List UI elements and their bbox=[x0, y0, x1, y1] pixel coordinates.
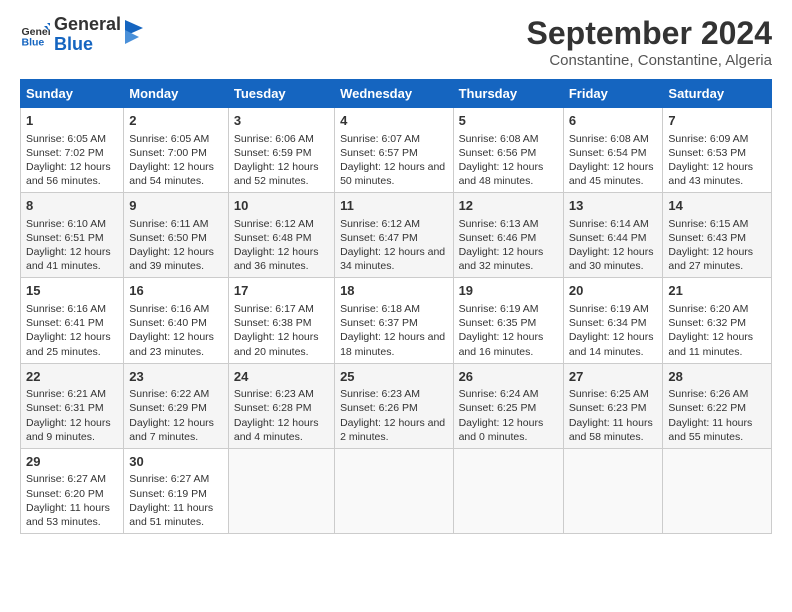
table-row: 25Sunrise: 6:23 AMSunset: 6:26 PMDayligh… bbox=[335, 363, 453, 448]
table-row: 19Sunrise: 6:19 AMSunset: 6:35 PMDayligh… bbox=[453, 278, 563, 363]
table-row: 27Sunrise: 6:25 AMSunset: 6:23 PMDayligh… bbox=[563, 363, 663, 448]
table-row: 16Sunrise: 6:16 AMSunset: 6:40 PMDayligh… bbox=[124, 278, 229, 363]
table-row: 12Sunrise: 6:13 AMSunset: 6:46 PMDayligh… bbox=[453, 193, 563, 278]
table-row: 28Sunrise: 6:26 AMSunset: 6:22 PMDayligh… bbox=[663, 363, 772, 448]
logo-flag-icon bbox=[125, 20, 145, 50]
col-tuesday: Tuesday bbox=[228, 80, 334, 108]
col-friday: Friday bbox=[563, 80, 663, 108]
table-row: 4Sunrise: 6:07 AMSunset: 6:57 PMDaylight… bbox=[335, 108, 453, 193]
col-monday: Monday bbox=[124, 80, 229, 108]
table-row: 11Sunrise: 6:12 AMSunset: 6:47 PMDayligh… bbox=[335, 193, 453, 278]
table-row: 1Sunrise: 6:05 AMSunset: 7:02 PMDaylight… bbox=[21, 108, 124, 193]
table-row: 23Sunrise: 6:22 AMSunset: 6:29 PMDayligh… bbox=[124, 363, 229, 448]
col-sunday: Sunday bbox=[21, 80, 124, 108]
table-row: 21Sunrise: 6:20 AMSunset: 6:32 PMDayligh… bbox=[663, 278, 772, 363]
table-row: 7Sunrise: 6:09 AMSunset: 6:53 PMDaylight… bbox=[663, 108, 772, 193]
table-row: 10Sunrise: 6:12 AMSunset: 6:48 PMDayligh… bbox=[228, 193, 334, 278]
page-container: General Blue General Blue September 2024… bbox=[0, 0, 792, 549]
col-saturday: Saturday bbox=[663, 80, 772, 108]
table-row: 9Sunrise: 6:11 AMSunset: 6:50 PMDaylight… bbox=[124, 193, 229, 278]
calendar-week-2: 15Sunrise: 6:16 AMSunset: 6:41 PMDayligh… bbox=[21, 278, 772, 363]
table-row bbox=[453, 448, 563, 533]
calendar-week-3: 22Sunrise: 6:21 AMSunset: 6:31 PMDayligh… bbox=[21, 363, 772, 448]
table-row: 14Sunrise: 6:15 AMSunset: 6:43 PMDayligh… bbox=[663, 193, 772, 278]
logo: General Blue General Blue bbox=[20, 15, 145, 55]
col-thursday: Thursday bbox=[453, 80, 563, 108]
table-row: 13Sunrise: 6:14 AMSunset: 6:44 PMDayligh… bbox=[563, 193, 663, 278]
table-row: 3Sunrise: 6:06 AMSunset: 6:59 PMDaylight… bbox=[228, 108, 334, 193]
logo-line1: General bbox=[54, 15, 121, 35]
table-row bbox=[228, 448, 334, 533]
calendar-body: 1Sunrise: 6:05 AMSunset: 7:02 PMDaylight… bbox=[21, 108, 772, 534]
subtitle: Constantine, Constantine, Algeria bbox=[527, 52, 772, 69]
calendar-header: Sunday Monday Tuesday Wednesday Thursday… bbox=[21, 80, 772, 108]
table-row: 18Sunrise: 6:18 AMSunset: 6:37 PMDayligh… bbox=[335, 278, 453, 363]
table-row: 5Sunrise: 6:08 AMSunset: 6:56 PMDaylight… bbox=[453, 108, 563, 193]
table-row: 24Sunrise: 6:23 AMSunset: 6:28 PMDayligh… bbox=[228, 363, 334, 448]
table-row: 17Sunrise: 6:17 AMSunset: 6:38 PMDayligh… bbox=[228, 278, 334, 363]
table-row bbox=[663, 448, 772, 533]
table-row: 30Sunrise: 6:27 AMSunset: 6:19 PMDayligh… bbox=[124, 448, 229, 533]
table-row bbox=[563, 448, 663, 533]
logo-line2: Blue bbox=[54, 35, 121, 55]
svg-text:Blue: Blue bbox=[22, 36, 45, 48]
table-row: 15Sunrise: 6:16 AMSunset: 6:41 PMDayligh… bbox=[21, 278, 124, 363]
table-row: 29Sunrise: 6:27 AMSunset: 6:20 PMDayligh… bbox=[21, 448, 124, 533]
calendar-week-0: 1Sunrise: 6:05 AMSunset: 7:02 PMDaylight… bbox=[21, 108, 772, 193]
header-row: Sunday Monday Tuesday Wednesday Thursday… bbox=[21, 80, 772, 108]
table-row: 26Sunrise: 6:24 AMSunset: 6:25 PMDayligh… bbox=[453, 363, 563, 448]
table-row: 22Sunrise: 6:21 AMSunset: 6:31 PMDayligh… bbox=[21, 363, 124, 448]
col-wednesday: Wednesday bbox=[335, 80, 453, 108]
table-row: 2Sunrise: 6:05 AMSunset: 7:00 PMDaylight… bbox=[124, 108, 229, 193]
calendar-week-4: 29Sunrise: 6:27 AMSunset: 6:20 PMDayligh… bbox=[21, 448, 772, 533]
table-row: 8Sunrise: 6:10 AMSunset: 6:51 PMDaylight… bbox=[21, 193, 124, 278]
main-title: September 2024 bbox=[527, 15, 772, 52]
table-row bbox=[335, 448, 453, 533]
table-row: 20Sunrise: 6:19 AMSunset: 6:34 PMDayligh… bbox=[563, 278, 663, 363]
logo-icon: General Blue bbox=[20, 20, 50, 50]
logo-text-block: General Blue bbox=[54, 15, 121, 55]
calendar-table: Sunday Monday Tuesday Wednesday Thursday… bbox=[20, 79, 772, 534]
title-section: September 2024 Constantine, Constantine,… bbox=[527, 15, 772, 69]
table-row: 6Sunrise: 6:08 AMSunset: 6:54 PMDaylight… bbox=[563, 108, 663, 193]
header: General Blue General Blue September 2024… bbox=[20, 15, 772, 69]
calendar-week-1: 8Sunrise: 6:10 AMSunset: 6:51 PMDaylight… bbox=[21, 193, 772, 278]
